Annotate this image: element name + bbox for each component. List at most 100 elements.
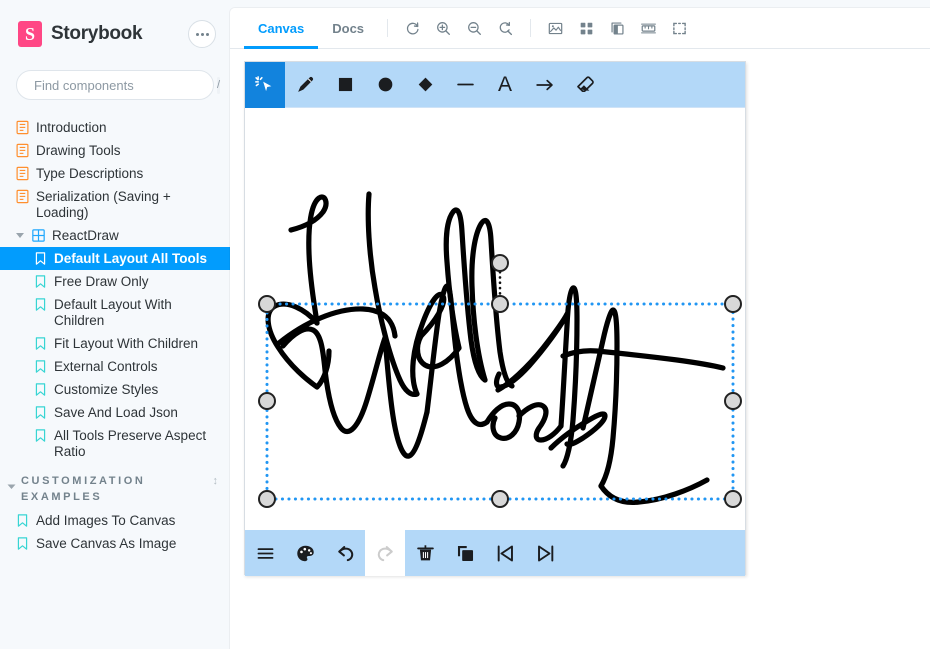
sidebar-item-label: Customize Styles bbox=[54, 382, 159, 397]
ellipsis-icon[interactable] bbox=[188, 20, 216, 48]
bring-to-front-button[interactable] bbox=[525, 530, 565, 576]
bookmark-icon bbox=[35, 298, 46, 311]
sidebar-item-fit-layout-with-children[interactable]: Fit Layout With Children bbox=[0, 332, 230, 355]
sidebar-item-label: Default Layout All Tools bbox=[54, 251, 208, 266]
sidebar-item-all-tools-preserve-aspect-ratio[interactable]: All Tools Preserve Aspect Ratio bbox=[0, 424, 230, 463]
sidebar-item-save-and-load-json[interactable]: Save And Load Json bbox=[0, 401, 230, 424]
tab-list: Canvas Docs bbox=[244, 8, 378, 49]
sidebar-item-label: Save And Load Json bbox=[54, 405, 178, 420]
expand-collapse-icon[interactable]: ↕ bbox=[213, 473, 219, 488]
sidebar-item-type-descriptions[interactable]: Type Descriptions bbox=[0, 162, 230, 185]
text-tool[interactable]: A bbox=[485, 62, 525, 108]
sidebar-item-label: Free Draw Only bbox=[54, 274, 149, 289]
tab-docs[interactable]: Docs bbox=[318, 8, 378, 48]
drawing-tools-toolbar: A bbox=[245, 61, 745, 108]
group-items: Add Images To Canvas Save Canvas As Image bbox=[0, 509, 230, 555]
sidebar-item-introduction[interactable]: Introduction bbox=[0, 116, 230, 139]
undo-button[interactable] bbox=[325, 530, 365, 576]
sidebar-item-default-layout-with-children[interactable]: Default Layout With Children bbox=[0, 293, 230, 332]
cursor-select-icon bbox=[255, 75, 275, 94]
sidebar-item-label: ReactDraw bbox=[52, 228, 119, 243]
sidebar-item-label: Add Images To Canvas bbox=[36, 513, 176, 528]
sidebar-item-drawing-tools[interactable]: Drawing Tools bbox=[0, 139, 230, 162]
eraser-icon bbox=[576, 76, 594, 92]
diamond-icon bbox=[418, 77, 432, 92]
delete-button[interactable] bbox=[405, 530, 445, 576]
circle-icon bbox=[378, 77, 392, 92]
zoom-reset-icon[interactable] bbox=[490, 14, 521, 42]
document-icon bbox=[16, 120, 29, 135]
search-shortcut-key: / bbox=[217, 76, 221, 94]
diamond-tool[interactable] bbox=[405, 62, 445, 108]
grid-icon[interactable] bbox=[571, 14, 602, 42]
zoom-out-icon[interactable] bbox=[459, 14, 490, 42]
duplicate-button[interactable] bbox=[445, 530, 485, 576]
sidebar-item-free-draw-only[interactable]: Free Draw Only bbox=[0, 270, 230, 293]
sidebar: Storybook / Introduction Drawing Tools Typ… bbox=[0, 0, 230, 649]
brand-title: Storybook bbox=[51, 23, 143, 44]
bookmark-icon bbox=[35, 252, 46, 265]
square-icon bbox=[338, 77, 352, 92]
tab-canvas[interactable]: Canvas bbox=[244, 8, 319, 49]
brand[interactable]: Storybook bbox=[18, 21, 143, 47]
search-container: / bbox=[16, 70, 221, 100]
sidebar-item-label: Fit Layout With Children bbox=[54, 336, 199, 351]
arrow-tool[interactable] bbox=[525, 62, 565, 108]
arrow-right-icon bbox=[536, 79, 553, 90]
bring-to-front-icon bbox=[537, 545, 553, 561]
palette-icon bbox=[296, 545, 314, 561]
eraser-tool[interactable] bbox=[565, 62, 605, 108]
sidebar-item-serialization-saving-loading[interactable]: Serialization (Saving + Loading) bbox=[0, 185, 230, 224]
square-tool[interactable] bbox=[325, 62, 365, 108]
group-title: CUSTOMIZATION EXAMPLES bbox=[21, 475, 146, 503]
toolbar-divider-2 bbox=[530, 19, 532, 37]
sidebar-item-label: External Controls bbox=[54, 359, 158, 374]
outline-icon[interactable] bbox=[664, 14, 695, 42]
bookmark-icon bbox=[17, 514, 28, 527]
line-tool[interactable] bbox=[445, 62, 485, 108]
remount-icon[interactable] bbox=[397, 14, 428, 42]
component-grid-icon bbox=[32, 229, 45, 242]
chevron-down-icon[interactable] bbox=[16, 231, 25, 240]
storybook-logo-icon bbox=[18, 21, 42, 47]
sidebar-item-label: Drawing Tools bbox=[36, 143, 121, 158]
menu-button[interactable] bbox=[245, 530, 285, 576]
sidebar-item-customize-styles[interactable]: Customize Styles bbox=[0, 378, 230, 401]
search-input[interactable] bbox=[34, 77, 210, 93]
group-header[interactable]: CUSTOMIZATION EXAMPLES ↕ bbox=[0, 463, 230, 509]
select-tool[interactable] bbox=[245, 61, 285, 108]
pencil-tool[interactable] bbox=[285, 62, 325, 108]
color-palette-button[interactable] bbox=[285, 530, 325, 576]
chevron-down-icon bbox=[7, 478, 16, 489]
send-to-back-button[interactable] bbox=[485, 530, 525, 576]
sidebar-item-label: Introduction bbox=[36, 120, 107, 135]
sidebar-item-default-layout-all-tools[interactable]: Default Layout All Tools bbox=[0, 247, 230, 270]
redo-button bbox=[365, 530, 405, 576]
sidebar-item-reactdraw[interactable]: ReactDraw bbox=[0, 224, 230, 247]
document-icon bbox=[16, 166, 29, 181]
sidebar-item-save-canvas-as-image[interactable]: Save Canvas As Image bbox=[0, 532, 230, 555]
drawing-canvas[interactable] bbox=[245, 108, 745, 530]
trash-icon bbox=[416, 544, 434, 560]
circle-tool[interactable] bbox=[365, 62, 405, 108]
zoom-in-icon[interactable] bbox=[428, 14, 459, 42]
sidebar-item-label: Type Descriptions bbox=[36, 166, 144, 181]
sidebar-item-external-controls[interactable]: External Controls bbox=[0, 355, 230, 378]
measure-icon[interactable] bbox=[633, 14, 664, 42]
duplicate-icon bbox=[457, 545, 473, 561]
action-toolbar bbox=[245, 530, 745, 576]
bookmark-icon bbox=[35, 337, 46, 350]
sidebar-position-icon[interactable] bbox=[602, 14, 633, 42]
background-icon[interactable] bbox=[540, 14, 571, 42]
pencil-icon bbox=[297, 76, 313, 92]
hamburger-menu-icon bbox=[257, 547, 273, 559]
sidebar-item-add-images-to-canvas[interactable]: Add Images To Canvas bbox=[0, 509, 230, 532]
storybook-app: Storybook / Introduction Drawing Tools Typ… bbox=[0, 0, 930, 649]
toolbar-divider bbox=[387, 19, 389, 37]
preview-toolbar: Canvas Docs bbox=[230, 8, 930, 49]
text-a-icon: A bbox=[497, 73, 512, 96]
bookmark-icon bbox=[17, 537, 28, 550]
sidebar-item-label: All Tools Preserve Aspect Ratio bbox=[54, 428, 207, 459]
main-panel: Canvas Docs A bbox=[230, 8, 930, 649]
search-box[interactable]: / bbox=[16, 70, 221, 100]
